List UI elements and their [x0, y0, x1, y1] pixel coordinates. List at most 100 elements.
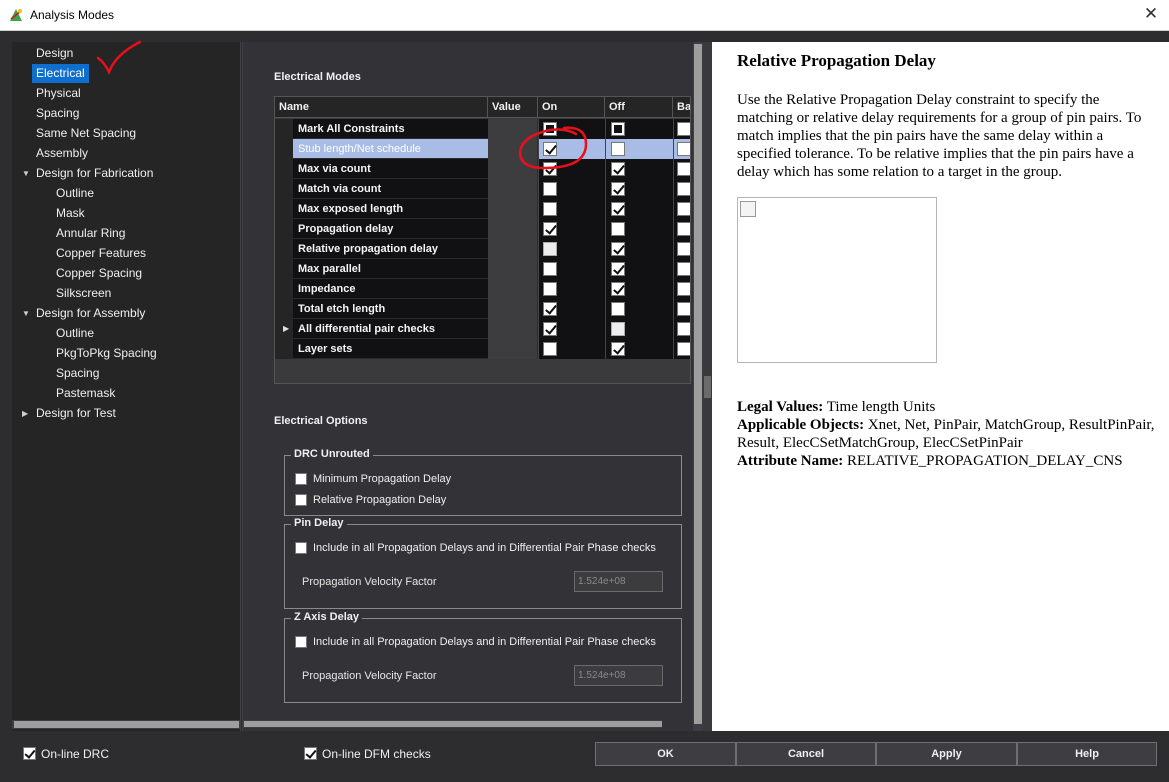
tree-item-copper-spacing[interactable]: Copper Spacing [12, 264, 241, 283]
ba-checkbox[interactable] [677, 202, 690, 216]
table-row[interactable]: Mark All Constraints [275, 119, 690, 139]
value-cell[interactable] [488, 279, 538, 299]
off-checkbox[interactable] [611, 182, 625, 196]
value-cell[interactable] [488, 299, 538, 319]
on-checkbox[interactable] [543, 222, 557, 236]
value-cell[interactable] [488, 119, 538, 139]
off-checkbox[interactable] [611, 302, 625, 316]
column-on-header[interactable]: On [538, 97, 605, 118]
tree-item-mask[interactable]: Mask [12, 204, 241, 223]
value-cell[interactable] [488, 179, 538, 199]
tree-item-spacing[interactable]: Spacing [12, 364, 241, 383]
on-checkbox[interactable] [543, 282, 557, 296]
collapsed-arrow-icon[interactable]: ▶ [22, 404, 28, 423]
expand-arrow-icon[interactable]: ▶ [283, 319, 289, 339]
off-checkbox[interactable] [611, 262, 625, 276]
tree-item-pkgtopkg-spacing[interactable]: PkgToPkg Spacing [12, 344, 241, 363]
scroll-thumb[interactable] [694, 44, 702, 724]
ba-checkbox[interactable] [677, 282, 690, 296]
tree-item-design[interactable]: Design [12, 44, 241, 63]
on-checkbox[interactable] [543, 162, 557, 176]
value-cell[interactable] [488, 159, 538, 179]
on-checkbox[interactable] [543, 142, 557, 156]
checkbox-box[interactable] [295, 636, 307, 648]
apply-button[interactable]: Apply [876, 742, 1017, 766]
ba-checkbox[interactable] [677, 322, 690, 336]
tree-item-outline[interactable]: Outline [12, 184, 241, 203]
value-cell[interactable] [488, 339, 538, 359]
panel-splitter[interactable] [703, 42, 712, 731]
on-checkbox[interactable] [543, 322, 557, 336]
tree-horizontal-scrollbar[interactable] [12, 720, 241, 729]
table-row[interactable]: Impedance [275, 279, 690, 299]
tree-item-design-for-assembly[interactable]: ▼ Design for Assembly [12, 304, 241, 323]
ok-button[interactable]: OK [595, 742, 736, 766]
table-row[interactable]: Layer sets [275, 339, 690, 359]
table-row[interactable]: ▶ All differential pair checks [275, 319, 690, 339]
value-cell[interactable] [488, 259, 538, 279]
tree-item-outline[interactable]: Outline [12, 324, 241, 343]
column-name-header[interactable]: Name [275, 97, 488, 118]
ba-checkbox[interactable] [677, 302, 690, 316]
settings-horizontal-scrollbar[interactable] [242, 720, 662, 728]
table-row[interactable]: Max via count [275, 159, 690, 179]
tree-item-assembly[interactable]: Assembly [12, 144, 241, 163]
ba-checkbox[interactable] [677, 142, 690, 156]
column-off-header[interactable]: Off [605, 97, 673, 118]
on-checkbox[interactable] [543, 182, 557, 196]
cancel-button[interactable]: Cancel [736, 742, 876, 766]
tree-item-physical[interactable]: Physical [12, 84, 241, 103]
table-row[interactable]: Stub length/Net schedulei [275, 139, 690, 159]
checkbox-box[interactable] [23, 747, 36, 760]
value-cell[interactable] [488, 319, 538, 339]
close-icon[interactable]: ✕ [1141, 4, 1161, 24]
on-checkbox[interactable] [543, 202, 557, 216]
tree-item-annular-ring[interactable]: Annular Ring [12, 224, 241, 243]
on-checkbox[interactable] [543, 342, 557, 356]
value-cell[interactable] [488, 219, 538, 239]
tree-item-design-for-fabrication[interactable]: ▼ Design for Fabrication [12, 164, 241, 183]
on-checkbox[interactable] [543, 122, 557, 136]
value-cell[interactable] [488, 139, 538, 159]
off-checkbox[interactable] [611, 242, 625, 256]
ba-checkbox[interactable] [677, 182, 690, 196]
column-value-header[interactable]: Value [488, 97, 538, 118]
table-row[interactable]: Propagation delay [275, 219, 690, 239]
ba-checkbox[interactable] [677, 222, 690, 236]
off-checkbox[interactable] [611, 142, 625, 156]
checkbox-box[interactable] [295, 473, 307, 485]
pin-delay-velocity-field[interactable]: 1.524e+08 [574, 571, 663, 592]
table-row[interactable]: Total etch length [275, 299, 690, 319]
tree-item-silkscreen[interactable]: Silkscreen [12, 284, 241, 303]
off-checkbox[interactable] [611, 162, 625, 176]
ba-checkbox[interactable] [677, 242, 690, 256]
off-checkbox[interactable] [611, 122, 625, 136]
tree-item-same-net-spacing[interactable]: Same Net Spacing [12, 124, 241, 143]
table-row[interactable]: Max exposed length [275, 199, 690, 219]
on-checkbox[interactable] [543, 302, 557, 316]
off-checkbox[interactable] [611, 222, 625, 236]
table-row[interactable]: Relative propagation delay [275, 239, 690, 259]
off-checkbox[interactable] [611, 342, 625, 356]
table-row[interactable]: Match via count [275, 179, 690, 199]
scroll-thumb[interactable] [14, 721, 239, 728]
off-checkbox[interactable] [611, 202, 625, 216]
settings-vertical-scrollbar[interactable] [693, 42, 703, 731]
off-checkbox[interactable] [611, 282, 625, 296]
checkbox-box[interactable] [304, 747, 317, 760]
column-ba-header[interactable]: Ba [673, 97, 690, 118]
value-cell[interactable] [488, 199, 538, 219]
value-cell[interactable] [488, 239, 538, 259]
tree-item-copper-features[interactable]: Copper Features [12, 244, 241, 263]
tree-item-electrical[interactable]: Electrical [12, 64, 241, 83]
table-row[interactable]: Max parallel [275, 259, 690, 279]
scroll-thumb[interactable] [244, 721, 662, 727]
z-axis-velocity-field[interactable]: 1.524e+08 [574, 665, 663, 686]
tree-item-pastemask[interactable]: Pastemask [12, 384, 241, 403]
expanded-arrow-icon[interactable]: ▼ [22, 164, 30, 183]
tree-item-spacing[interactable]: Spacing [12, 104, 241, 123]
splitter-grip[interactable] [704, 376, 711, 398]
ba-checkbox[interactable] [677, 342, 690, 356]
ba-checkbox[interactable] [677, 162, 690, 176]
checkbox-box[interactable] [295, 542, 307, 554]
